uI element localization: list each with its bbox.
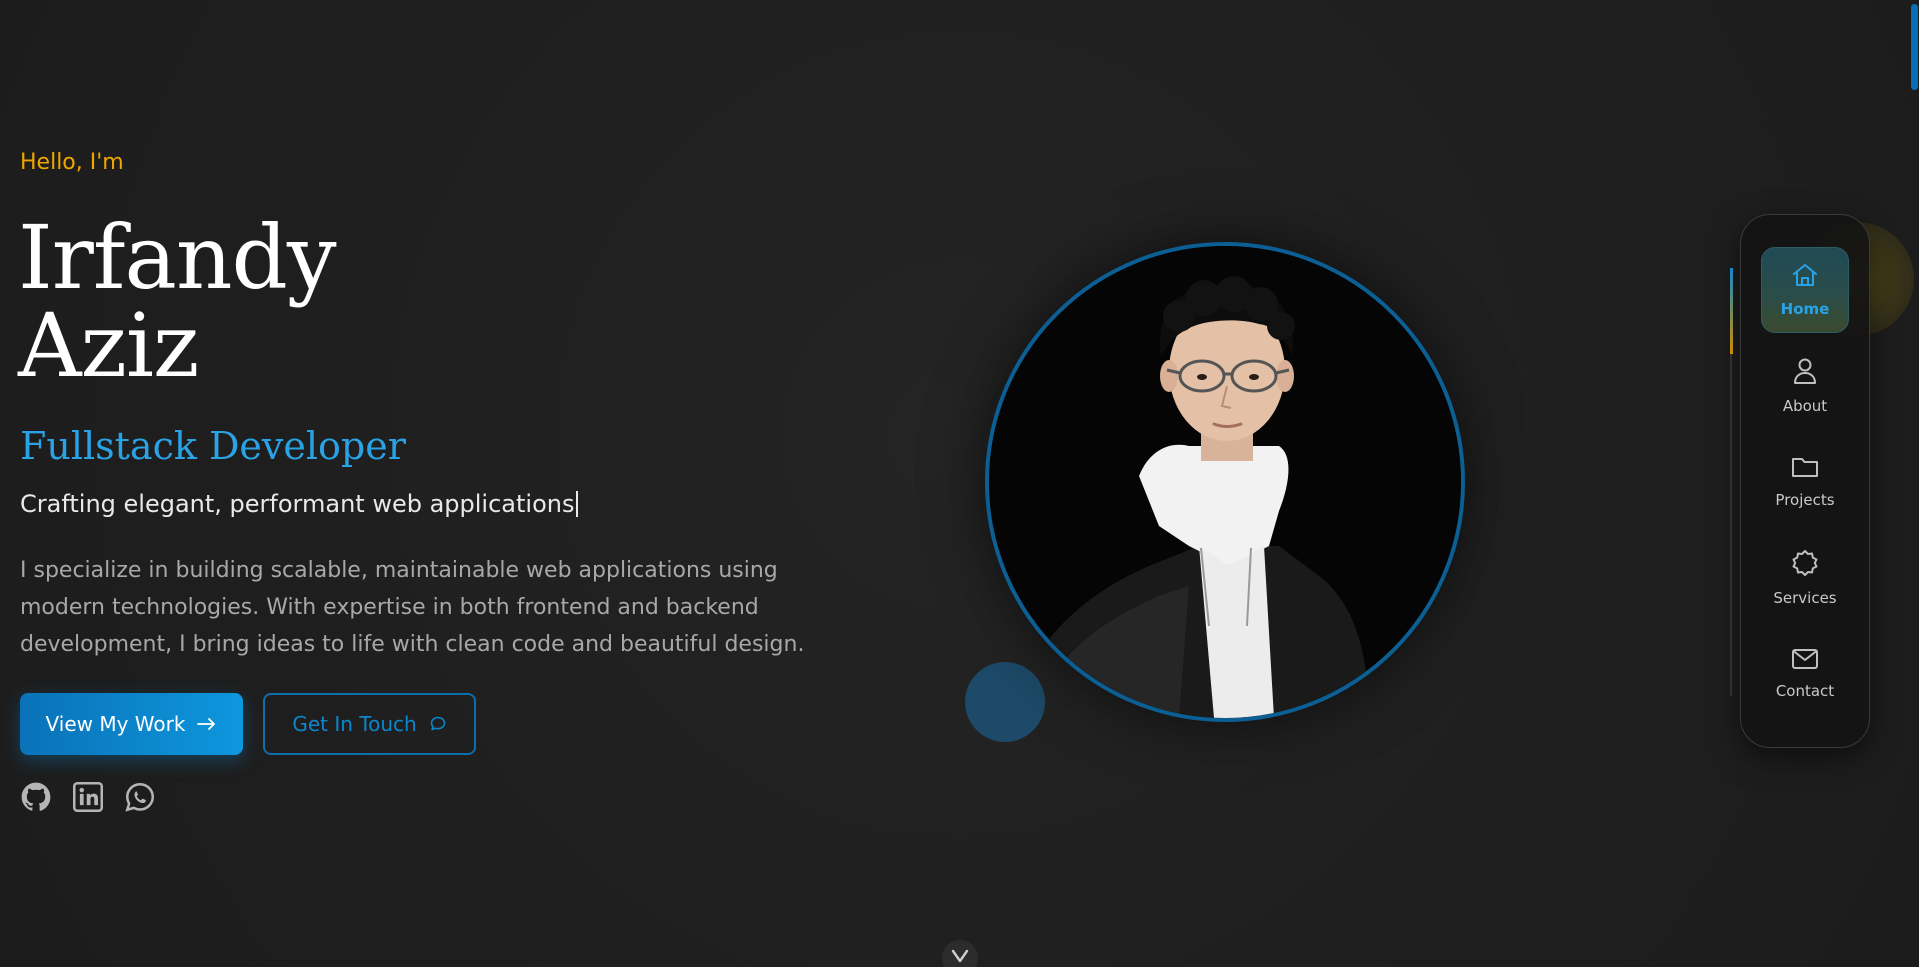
scroll-down-button[interactable]	[942, 940, 978, 967]
chat-bubble-icon	[429, 715, 447, 733]
get-in-touch-button[interactable]: Get In Touch	[263, 693, 476, 755]
view-my-work-button[interactable]: View My Work	[20, 693, 243, 755]
get-in-touch-label: Get In Touch	[292, 712, 417, 736]
greeting: Hello, I'm	[20, 150, 124, 175]
badge-icon	[1791, 549, 1819, 581]
nav-item-projects[interactable]: Projects	[1761, 439, 1849, 525]
profile-photo	[985, 242, 1465, 722]
tagline-text: Crafting elegant, performant web applica…	[20, 490, 575, 518]
github-icon	[21, 782, 51, 816]
role-title: Fullstack Developer	[20, 424, 406, 468]
whatsapp-icon	[125, 782, 155, 816]
user-icon	[1792, 357, 1818, 389]
linkedin-link[interactable]	[72, 782, 104, 816]
github-link[interactable]	[20, 782, 52, 816]
bio-paragraph: I specialize in building scalable, maint…	[20, 558, 805, 657]
view-my-work-label: View My Work	[45, 712, 186, 736]
chevron-down-icon	[951, 948, 969, 967]
nav-item-services[interactable]: Services	[1761, 535, 1849, 621]
nav-progress-indicator	[1730, 268, 1733, 354]
arrow-right-icon	[197, 717, 217, 731]
typing-caret	[576, 491, 579, 517]
nav-item-contact[interactable]: Contact	[1761, 631, 1849, 717]
social-links	[20, 782, 156, 816]
mail-icon	[1791, 648, 1819, 674]
linkedin-icon	[73, 782, 103, 816]
whatsapp-link[interactable]	[124, 782, 156, 816]
decorative-bubble	[965, 662, 1045, 742]
last-name: Aziz	[18, 294, 199, 397]
nav-item-services-label: Services	[1773, 589, 1837, 607]
nav-item-home-label: Home	[1780, 300, 1830, 318]
scrollbar-thumb[interactable]	[1911, 4, 1918, 90]
nav-item-home[interactable]: Home	[1761, 247, 1849, 333]
nav-item-projects-label: Projects	[1775, 491, 1835, 509]
hero-name: Irfandy Aziz	[18, 214, 337, 390]
folder-icon	[1791, 455, 1819, 483]
nav-item-about-label: About	[1782, 397, 1828, 415]
nav-item-about[interactable]: About	[1761, 343, 1849, 429]
profile-photo-illustration	[989, 246, 1461, 718]
nav-item-contact-label: Contact	[1775, 682, 1835, 700]
tagline: Crafting elegant, performant web applica…	[20, 490, 579, 518]
home-icon	[1791, 262, 1819, 292]
page-scrollbar[interactable]	[1909, 0, 1919, 967]
side-navigation: Home About Projects Services Contact	[1740, 214, 1870, 748]
